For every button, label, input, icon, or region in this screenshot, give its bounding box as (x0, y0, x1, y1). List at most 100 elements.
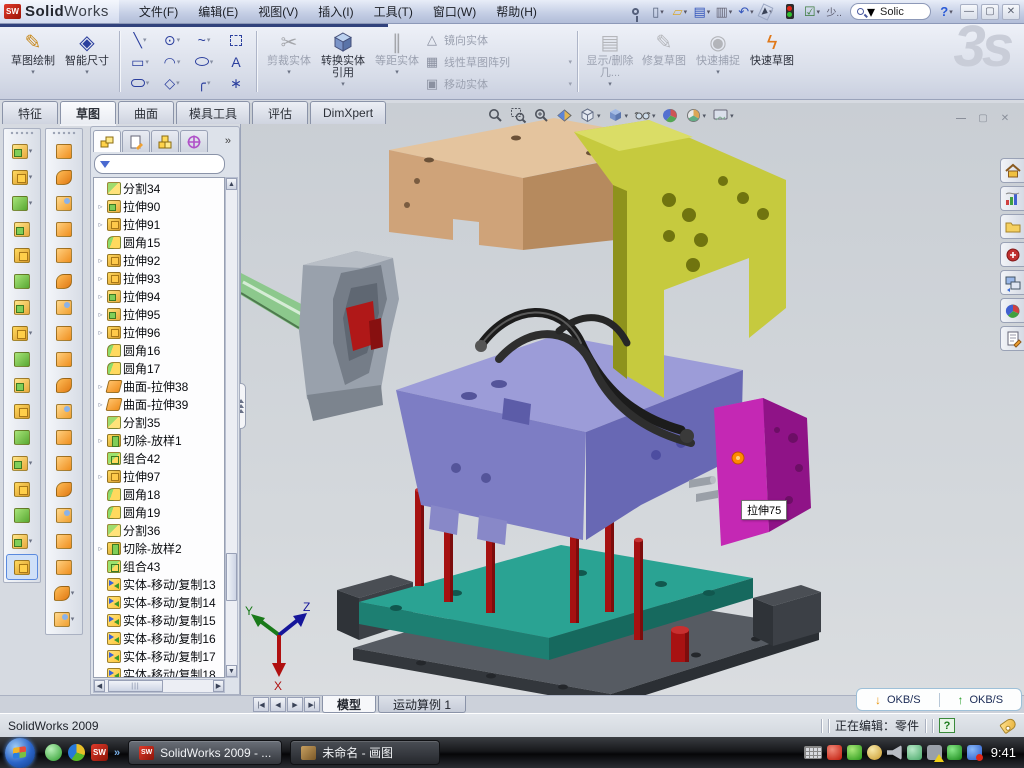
tag-icon[interactable] (999, 717, 1018, 735)
edit-appearance-button[interactable] (662, 107, 679, 124)
tab-草图[interactable]: 草图 (60, 101, 116, 124)
expand-arrow[interactable]: ▹ (96, 256, 105, 265)
dropdown-arrow-icon[interactable]: ▾ (652, 112, 656, 120)
select-button[interactable]: ▾ (757, 2, 778, 21)
dropdown-arrow-icon[interactable]: ▾ (177, 36, 181, 44)
tooling-split-button[interactable] (48, 320, 80, 346)
custom-properties-tab[interactable] (1000, 326, 1024, 351)
rapid-sketch-button[interactable]: ϟ快速草图 (745, 27, 799, 96)
tree-item[interactable]: ▹拉伸90 (94, 197, 224, 215)
last-tab-button[interactable]: ▶| (304, 697, 320, 712)
tree-vertical-scrollbar[interactable]: ▲ ▼ (225, 177, 238, 678)
tree-item[interactable]: 实体-移动/复制14 (94, 593, 224, 611)
menu-3[interactable]: 视图(V) (248, 0, 308, 23)
apply-scene-button[interactable]: ▾ (685, 107, 707, 124)
new-document-button[interactable]: ▯▾ (647, 2, 668, 21)
tree-item[interactable]: 圆角17 (94, 359, 224, 377)
tree-item[interactable]: ▹拉伸94 (94, 287, 224, 305)
slot-tool[interactable]: ▾ (125, 73, 155, 93)
model-clamp-block[interactable] (299, 251, 399, 421)
tree-item[interactable]: 分割35 (94, 413, 224, 431)
spline-tool[interactable]: ~▾ (189, 30, 219, 50)
dropdown-arrow-icon[interactable]: ▾ (29, 537, 33, 545)
expand-arrow[interactable]: ▹ (96, 328, 105, 337)
document-restore-button[interactable]: ▢ (974, 111, 992, 126)
pushpin-button[interactable] (625, 2, 646, 21)
search-box[interactable]: ▾ (850, 3, 931, 20)
menu-5[interactable]: 工具(T) (364, 0, 423, 23)
dropdown-arrow-icon[interactable]: ▾ (210, 58, 214, 66)
move-copy-body-button[interactable] (6, 424, 38, 450)
parting-line-button[interactable] (48, 138, 80, 164)
tree-item[interactable]: 实体-移动/复制16 (94, 629, 224, 647)
keyboard-tray-icon[interactable] (804, 746, 822, 759)
antivirus-quicklaunch-icon[interactable] (68, 744, 85, 761)
tree-item[interactable]: 实体-移动/复制17 (94, 647, 224, 665)
model-tube[interactable] (241, 273, 309, 331)
tree-item[interactable]: ▹拉伸93 (94, 269, 224, 287)
dome-button[interactable] (48, 528, 80, 554)
undercut-analysis-button[interactable] (48, 372, 80, 398)
document-close-button[interactable]: ✕ (996, 111, 1014, 126)
scroll-left-button[interactable]: ◀ (94, 680, 105, 692)
quick-tips-button[interactable]: ? (939, 718, 955, 733)
expand-arrow[interactable]: ▹ (96, 436, 105, 445)
zoom-to-fit-button[interactable] (487, 107, 504, 124)
toolbar-overflow[interactable]: 少.. (823, 4, 845, 19)
boss-button[interactable] (48, 554, 80, 580)
expand-arrow[interactable]: ▹ (96, 382, 105, 391)
tree-item[interactable]: 组合42 (94, 449, 224, 467)
shut-off-surface-button[interactable] (48, 294, 80, 320)
security-green-tray-icon[interactable] (847, 745, 862, 760)
scroll-down-button[interactable]: ▼ (226, 665, 237, 677)
toolbar-grip[interactable] (10, 131, 34, 136)
taskbar-task-1[interactable]: SWSolidWorks 2009 - ... (128, 740, 282, 765)
dropdown-arrow-icon[interactable]: ▾ (29, 459, 33, 467)
view-palette-tab[interactable] (1000, 270, 1024, 295)
selection-box-tool[interactable] (221, 30, 251, 50)
tree-horizontal-scrollbar[interactable]: ◀ ||| ▶ (93, 679, 225, 693)
tree-item[interactable]: ▹拉伸97 (94, 467, 224, 485)
scroll-up-button[interactable]: ▲ (226, 178, 237, 190)
tree-item[interactable]: 圆角15 (94, 233, 224, 251)
graphics-viewport[interactable]: Y Z X ▾▾▾▾▾ —▢✕ 拉伸75 (240, 103, 1024, 695)
tree-item[interactable]: 圆角19 (94, 503, 224, 521)
scroll-right-button[interactable]: ▶ (213, 680, 224, 692)
sketch-button[interactable]: ✎草图绘制▾ (6, 27, 60, 96)
menu-2[interactable]: 编辑(E) (188, 0, 248, 23)
line-tool[interactable]: ╲▾ (125, 30, 155, 50)
reference-geometry-button[interactable]: ▾ (48, 580, 80, 606)
dropdown-arrow-icon[interactable]: ▾ (29, 173, 33, 181)
tree-item[interactable]: ▹曲面-拉伸39 (94, 395, 224, 413)
dropdown-arrow-icon[interactable]: ▾ (660, 8, 664, 16)
core-button[interactable] (48, 346, 80, 372)
section-view-button[interactable] (556, 107, 573, 124)
reference-geometry-button[interactable]: ▾ (6, 450, 38, 476)
model-canvas[interactable]: Y Z X (241, 103, 1024, 695)
expand-arrow[interactable]: ▹ (96, 220, 105, 229)
scroll-thumb[interactable]: ||| (108, 680, 163, 692)
dropdown-arrow-icon[interactable]: ▾ (176, 79, 180, 87)
tab-特征[interactable]: 特征 (2, 101, 58, 124)
lifter-button[interactable] (48, 450, 80, 476)
dropdown-arrow-icon[interactable]: ▾ (684, 8, 688, 16)
design-library-tab[interactable] (1000, 186, 1024, 211)
checklist-button[interactable]: ☑▾ (801, 2, 822, 21)
tree-item[interactable]: 圆角18 (94, 485, 224, 503)
plane-button[interactable] (6, 476, 38, 502)
dropdown-arrow-icon[interactable]: ▾ (177, 58, 181, 66)
dropdown-arrow-icon[interactable]: ▾ (730, 112, 734, 120)
tab-模具工具[interactable]: 模具工具 (176, 101, 250, 124)
start-button[interactable] (5, 738, 35, 768)
parting-surface-button[interactable] (48, 268, 80, 294)
ruled-surface-button[interactable] (48, 502, 80, 528)
tab-评估[interactable]: 评估 (252, 101, 308, 124)
save-button[interactable]: ▤▾ (691, 2, 712, 21)
sketch-fillet-tool[interactable]: ╭▾ (189, 73, 219, 93)
side-core-button[interactable] (48, 424, 80, 450)
display-style-button[interactable]: ▾ (607, 107, 629, 124)
dropdown-arrow-icon[interactable]: ▾ (207, 79, 211, 87)
dropdown-arrow-icon[interactable]: ▾ (395, 68, 399, 76)
tree-item[interactable]: 分割36 (94, 521, 224, 539)
shield-plus-tray-icon[interactable] (947, 745, 962, 760)
